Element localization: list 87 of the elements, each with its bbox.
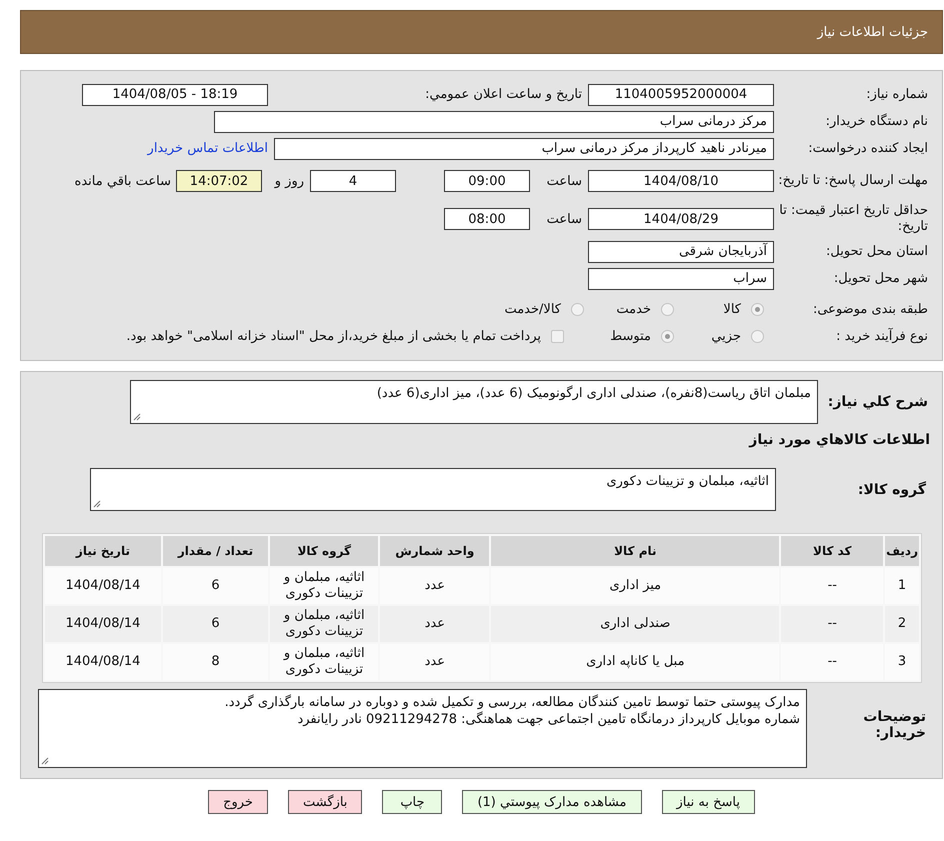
field-label: حداقل تاریخ اعتبار قیمت: تا تاریخ: [778, 203, 929, 235]
table-cell: -- [781, 606, 884, 642]
table-cell: 1 [885, 568, 919, 604]
field-label: شماره نیاز: [865, 86, 929, 102]
resize-grip-icon[interactable] [93, 500, 101, 508]
action-button[interactable]: چاپ [382, 790, 442, 814]
text-field[interactable]: آذربایجان شرقی [588, 240, 774, 262]
field-value: مبلمان اتاق ریاست(8نفره)، صندلی اداری ارگونومیک (6 عدد)، میز اداری(6 عدد) [376, 386, 811, 401]
field-label: شهر محل تحویل: [832, 270, 929, 286]
countdown-field[interactable]: 14:07:02 [176, 170, 262, 192]
column-header: ردیف [885, 536, 919, 566]
column-header: تاریخ نیاز [45, 536, 161, 566]
column-header: نام کالا [491, 536, 780, 566]
radio-button[interactable] [661, 330, 674, 343]
field-label: نام دستگاه خریدار: [824, 114, 929, 130]
text-area[interactable]: مدارک پیوستی حتما توسط تامین کنندگان مطالعه، بررسی و تکمیل شده و دوباره در سامانه بارگذاری گردد. شماره موبایل کارپرداز درمانگاه تامین اجتماعی جهت هماهنگی: 09211294278 نادر رایانفرد [38, 689, 807, 768]
field-label: ساعت باقي مانده [74, 174, 172, 188]
radio-button[interactable] [571, 303, 584, 316]
contact-link[interactable]: اطلاعات تماس خریدار [148, 141, 268, 156]
field-label: توضیحات خریدار: [862, 708, 927, 741]
table-cell: عدد [380, 606, 490, 642]
field-label: روز و [273, 174, 305, 188]
table-cell: -- [781, 568, 884, 604]
column-header: تعداد / مقدار [162, 536, 268, 566]
option-label: کالا [723, 302, 741, 317]
column-header: گروه کالا [270, 536, 378, 566]
text-field[interactable]: 4 [310, 170, 396, 192]
field-label: شرح کلي نیاز: [826, 394, 929, 410]
table-cell: عدد [380, 568, 490, 604]
radio-button[interactable] [661, 303, 674, 316]
table-cell: 1404/08/14 [45, 644, 161, 680]
page-title: جزئیات اطلاعات نیاز [817, 24, 928, 40]
text-field[interactable]: مرکز درمانی سراب [214, 110, 774, 132]
table-cell: 6 [162, 606, 268, 642]
text-field[interactable]: 1104005952000004 [588, 84, 774, 106]
table-cell: عدد [380, 644, 490, 680]
text-area[interactable]: مبلمان اتاق ریاست(8نفره)، صندلی اداری ارگونومیک (6 عدد)، میز اداری(6 عدد) [130, 380, 818, 424]
field-label: نوع فرآیند خرید : [835, 328, 929, 344]
table-cell: 6 [162, 568, 268, 604]
text-field[interactable]: 1404/08/10 [588, 170, 774, 192]
action-button[interactable]: خروج [208, 790, 268, 814]
section-heading: اطلاعات کالاهاي مورد نیاز [748, 431, 930, 450]
radio-button[interactable] [751, 303, 764, 316]
field-label: پرداخت تمام یا بخشی از مبلغ خرید،از محل "اسناد خزانه اسلامی" خواهد بود. [126, 329, 541, 344]
option-label: متوسط [610, 329, 651, 344]
text-field[interactable]: 1404/08/29 [588, 208, 774, 230]
text-field[interactable]: سراب [588, 268, 774, 290]
field-label: ایجاد کننده درخواست: [807, 140, 929, 156]
table-cell: 1404/08/14 [45, 568, 161, 604]
text-line: مدارک پیوستی حتما توسط تامین کنندگان مطالعه، بررسی و تکمیل شده و دوباره در سامانه بارگذاری گردد. [224, 694, 800, 711]
resize-grip-icon[interactable] [133, 413, 141, 421]
table-cell: -- [781, 644, 884, 680]
field-label: استان محل تحویل: [825, 244, 929, 260]
table-cell: میز اداری [491, 568, 780, 604]
checkbox[interactable] [551, 330, 564, 343]
text-field[interactable]: 08:00 [444, 208, 530, 230]
radio-button[interactable] [751, 330, 764, 343]
table-cell: اثاثیه، مبلمان و تزیینات دکوری [270, 606, 378, 642]
text-area[interactable]: اثاثیه، مبلمان و تزیینات دکوری [90, 468, 776, 511]
column-header: کد کالا [781, 536, 884, 566]
action-button[interactable]: پاسخ به نیاز [662, 790, 755, 814]
option-label: کالا/خدمت [504, 302, 561, 317]
field-label: گروه کالا: [856, 482, 927, 498]
text-line: شماره موبایل کارپرداز درمانگاه تامین اجتماعی جهت هماهنگی: 09211294278 نادر رایانفرد [296, 711, 800, 728]
table-cell: 3 [885, 644, 919, 680]
table-cell: 1404/08/14 [45, 606, 161, 642]
field-label: تاریخ و ساعت اعلان عمومي: [425, 87, 582, 102]
table-cell: مبل یا کاناپه اداری [491, 644, 780, 680]
option-label: جزيي [711, 329, 741, 344]
field-label: ساعت [546, 174, 583, 188]
table-cell: 8 [162, 644, 268, 680]
text-field[interactable]: 1404/08/05 - 18:19 [82, 84, 268, 106]
field-label: مهلت ارسال پاسخ: تا تاریخ: [778, 173, 929, 189]
option-label: خدمت [616, 302, 651, 317]
field-label: طبقه بندی موضوعی: [812, 302, 929, 318]
table-cell: اثاثیه، مبلمان و تزیینات دکوری [270, 644, 378, 680]
table-cell: 2 [885, 606, 919, 642]
field-label: ساعت [546, 212, 583, 226]
action-button[interactable]: بازگشت [288, 790, 362, 814]
table-cell: صندلی اداری [491, 606, 780, 642]
action-button[interactable]: مشاهده مدارک پیوستي (1) [462, 790, 642, 814]
resize-grip-icon[interactable] [41, 757, 49, 765]
column-header: واحد شمارش [380, 536, 490, 566]
text-field[interactable]: 09:00 [444, 170, 530, 192]
table-cell: اثاثیه، مبلمان و تزیینات دکوری [270, 568, 378, 604]
field-value: اثاثیه، مبلمان و تزیینات دکوری [606, 474, 769, 489]
text-field[interactable]: میرنادر ناهید کارپرداز مرکز درمانی سراب [274, 138, 774, 160]
